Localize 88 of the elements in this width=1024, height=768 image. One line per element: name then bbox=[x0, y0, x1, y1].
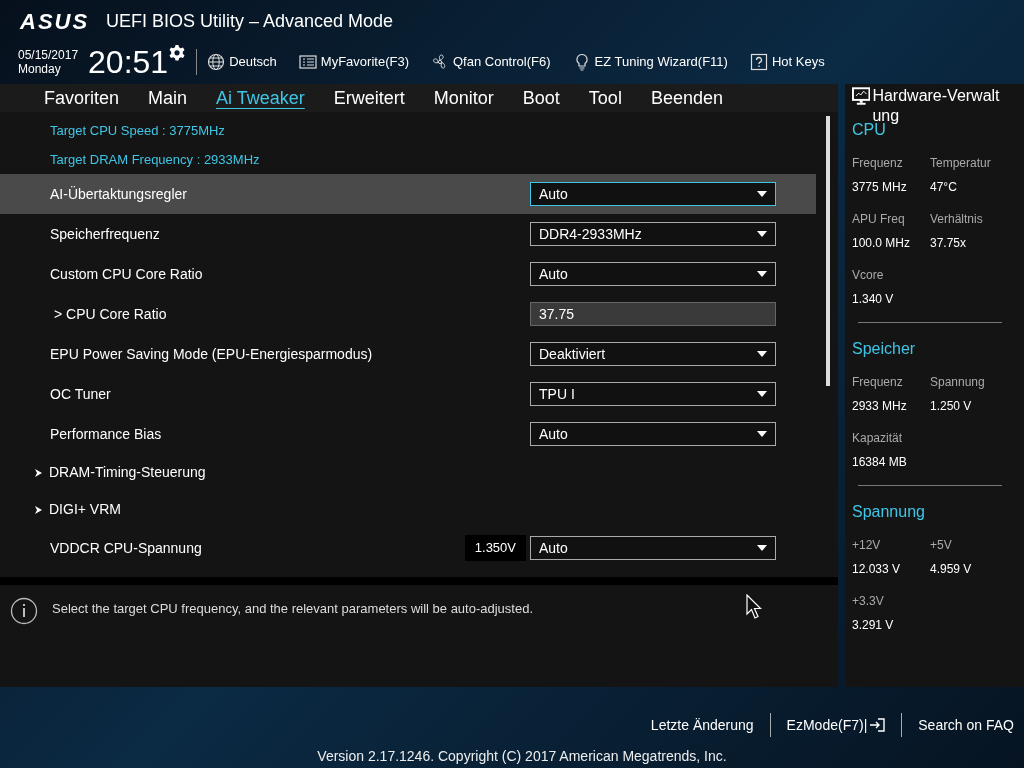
submenu-link[interactable]: DIGI+ VRM bbox=[34, 499, 121, 520]
toolbar-button[interactable]: MyFavorite(F3) bbox=[298, 52, 409, 72]
stat-label: Kapazität bbox=[852, 430, 904, 447]
exit-icon bbox=[869, 717, 886, 733]
menu-tab[interactable]: Main bbox=[148, 84, 188, 112]
setting-label: > CPU Core Ratio bbox=[53, 304, 168, 324]
stat-value: 47°C bbox=[930, 179, 958, 196]
toolbar-button[interactable]: EZ Tuning Wizard(F11) bbox=[572, 52, 728, 72]
date-text: 05/15/2017 bbox=[18, 48, 79, 62]
setting-label: EPU Power Saving Mode (EPU-Energiesparmodus) bbox=[50, 344, 374, 364]
setting-label: VDDCR CPU-Spannung bbox=[50, 538, 203, 558]
menu-tab[interactable]: Tool bbox=[588, 84, 622, 112]
value-field[interactable]: 37.75 bbox=[530, 302, 776, 326]
footer-link[interactable]: EzMode(F7)| bbox=[786, 714, 886, 736]
menu-tab[interactable]: Favoriten bbox=[44, 84, 120, 112]
arrow-icon bbox=[34, 504, 43, 515]
pointer-icon bbox=[746, 594, 762, 620]
day-text: Monday bbox=[18, 62, 62, 76]
caret-icon bbox=[757, 545, 767, 551]
stat-label: Vcore bbox=[852, 267, 885, 284]
scrollbar[interactable] bbox=[826, 116, 830, 386]
setting-row[interactable]: AI-Übertaktungsregler Auto bbox=[0, 174, 816, 214]
section-title: Spannung bbox=[852, 502, 926, 522]
dropdown[interactable]: Auto bbox=[530, 422, 776, 446]
asus-logo: ASUS bbox=[20, 7, 91, 36]
dropdown[interactable]: Deaktiviert bbox=[530, 342, 776, 366]
voltage-reading: 1.350V bbox=[464, 535, 526, 561]
dropdown[interactable]: Auto bbox=[530, 182, 776, 206]
toolbar-button[interactable]: Deutsch bbox=[207, 52, 277, 72]
stat-value: 16384 MB bbox=[852, 454, 908, 471]
stat-label: Spannung bbox=[930, 374, 986, 391]
caret-icon bbox=[757, 191, 767, 197]
menu-tab[interactable]: Monitor bbox=[433, 84, 494, 112]
stat-label: Frequenz bbox=[852, 155, 904, 172]
settings-icon[interactable] bbox=[168, 44, 187, 62]
menu-tab[interactable]: Erweitert bbox=[333, 84, 405, 112]
dropdown[interactable]: TPU I bbox=[530, 382, 776, 406]
stat-label: APU Freq bbox=[852, 211, 906, 228]
dropdown[interactable]: Auto bbox=[530, 536, 776, 560]
stat-value: 3.291 V bbox=[852, 617, 895, 634]
info-icon bbox=[10, 597, 38, 625]
setting-label: AI-Übertaktungsregler bbox=[50, 184, 188, 204]
setting-label: Custom CPU Core Ratio bbox=[50, 264, 204, 284]
help-icon bbox=[749, 53, 768, 71]
arrow-icon bbox=[34, 467, 43, 478]
stat-value: 1.250 V bbox=[930, 398, 973, 415]
info-text: Target DRAM Frequency : 2933MHz bbox=[50, 150, 260, 169]
caret-icon bbox=[757, 231, 767, 237]
stat-label: Temperatur bbox=[930, 155, 992, 172]
dropdown[interactable]: DDR4-2933MHz bbox=[530, 222, 776, 246]
stat-value: 4.959 V bbox=[930, 561, 973, 578]
info-text: Target CPU Speed : 3775MHz bbox=[50, 121, 225, 140]
menu-tab[interactable]: Beenden bbox=[650, 84, 723, 112]
stat-label: Frequenz bbox=[852, 374, 904, 391]
stat-label: +3.3V bbox=[852, 593, 885, 610]
version-text: Version 2.17.1246. Copyright (C) 2017 American Megatrends, Inc. bbox=[317, 747, 727, 766]
menu-tab[interactable]: Ai Tweaker bbox=[216, 84, 305, 112]
stat-value: 12.033 V bbox=[852, 561, 902, 578]
dropdown[interactable]: Auto bbox=[530, 262, 776, 286]
caret-icon bbox=[757, 431, 767, 437]
caret-icon bbox=[757, 271, 767, 277]
stat-label: +12V bbox=[852, 537, 882, 554]
setting-label: OC Tuner bbox=[50, 384, 112, 404]
toolbar-button[interactable]: Hot Keys bbox=[749, 52, 825, 72]
help-text: Select the target CPU frequency, and the relevant parameters will be auto-adjusted. bbox=[52, 600, 534, 618]
setting-label: Performance Bias bbox=[50, 424, 163, 444]
stat-value: 2933 MHz bbox=[852, 398, 908, 415]
stat-value: 100.0 MHz bbox=[852, 235, 912, 252]
panel-title: Hardware-Verwaltung bbox=[872, 86, 1001, 124]
stat-label: +5V bbox=[930, 537, 953, 554]
footer-link[interactable]: Letzte Änderung bbox=[650, 714, 754, 736]
stat-value: 37.75x bbox=[930, 235, 968, 252]
submenu-link[interactable]: DRAM-Timing-Steuerung bbox=[34, 462, 206, 483]
globe-icon bbox=[207, 53, 226, 71]
footer-link[interactable]: Search on FAQ bbox=[918, 714, 1014, 736]
menu-tab[interactable]: Boot bbox=[522, 84, 560, 112]
stat-value: 3775 MHz bbox=[852, 179, 908, 196]
monitor-icon bbox=[852, 87, 871, 106]
stat-label: Verhältnis bbox=[930, 211, 984, 228]
caret-icon bbox=[757, 351, 767, 357]
stat-value: 1.340 V bbox=[852, 291, 895, 308]
list-icon bbox=[298, 53, 317, 71]
caret-icon bbox=[757, 391, 767, 397]
section-title: Speicher bbox=[852, 339, 917, 359]
toolbar-button[interactable]: Qfan Control(F6) bbox=[430, 52, 551, 72]
setting-label: Speicherfrequenz bbox=[50, 224, 161, 244]
window-title: UEFI BIOS Utility – Advanced Mode bbox=[106, 9, 394, 33]
clock-text: 20:51 bbox=[88, 46, 169, 78]
